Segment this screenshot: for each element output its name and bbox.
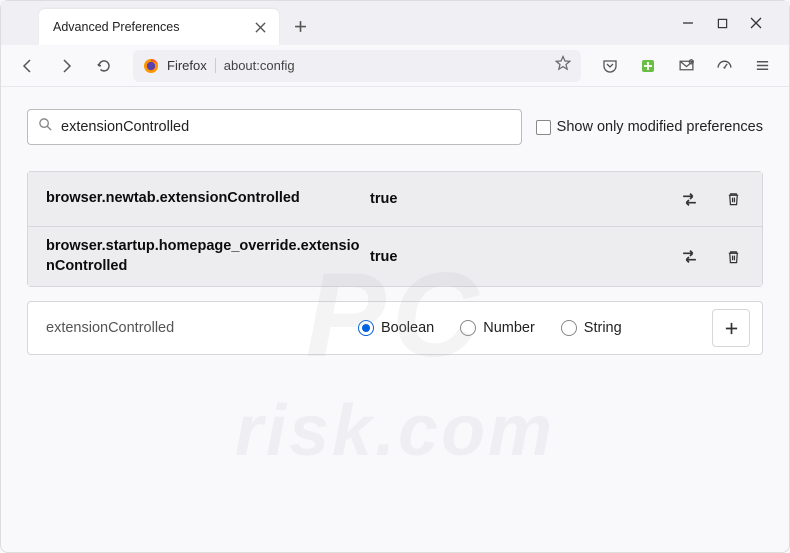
bookmark-star-icon[interactable] — [555, 55, 571, 76]
reload-button[interactable] — [87, 50, 121, 82]
firefox-icon — [143, 58, 159, 74]
delete-button[interactable] — [716, 240, 750, 274]
browser-toolbar: Firefox about:config — [1, 45, 789, 87]
titlebar: Advanced Preferences — [1, 1, 789, 45]
radio-boolean[interactable]: Boolean — [358, 320, 434, 336]
tabs-area: Advanced Preferences — [1, 9, 655, 45]
new-tab-button[interactable] — [285, 11, 315, 41]
dashboard-icon[interactable] — [707, 50, 741, 82]
pref-value: true — [370, 191, 662, 207]
add-pref-name: extensionControlled — [40, 320, 340, 336]
radio-label: Number — [483, 320, 535, 336]
radio-icon — [460, 320, 476, 336]
pref-name: browser.newtab.extensionControlled — [40, 189, 360, 209]
url-bar[interactable]: Firefox about:config — [133, 50, 581, 82]
menu-button[interactable] — [745, 50, 779, 82]
search-input[interactable] — [61, 119, 511, 135]
back-button[interactable] — [11, 50, 45, 82]
pref-name: browser.startup.homepage_override.extens… — [40, 237, 360, 276]
minimize-button[interactable] — [681, 16, 695, 30]
close-window-button[interactable] — [749, 16, 763, 30]
tab-title: Advanced Preferences — [53, 20, 243, 34]
window-controls — [655, 1, 789, 45]
forward-button[interactable] — [49, 50, 83, 82]
toggle-button[interactable] — [672, 240, 706, 274]
maximize-button[interactable] — [715, 16, 729, 30]
radio-icon — [358, 320, 374, 336]
pref-row[interactable]: browser.newtab.extensionControlled true — [28, 172, 762, 226]
search-row: Show only modified preferences — [27, 109, 763, 145]
extension-icon[interactable] — [631, 50, 665, 82]
url-identity-label: Firefox — [167, 58, 216, 73]
search-box[interactable] — [27, 109, 522, 145]
pocket-icon[interactable] — [593, 50, 627, 82]
url-text: about:config — [224, 58, 547, 73]
preferences-list: browser.newtab.extensionControlled true … — [27, 171, 763, 287]
show-modified-checkbox[interactable]: Show only modified preferences — [536, 119, 763, 135]
radio-string[interactable]: String — [561, 320, 622, 336]
active-tab[interactable]: Advanced Preferences — [39, 9, 279, 45]
radio-label: String — [584, 320, 622, 336]
pref-value: true — [370, 249, 662, 265]
close-icon[interactable] — [251, 18, 269, 36]
radio-icon — [561, 320, 577, 336]
add-pref-panel: extensionControlled Boolean Number Strin… — [27, 301, 763, 355]
about-config-content: Show only modified preferences browser.n… — [1, 87, 789, 377]
checkbox-icon — [536, 120, 551, 135]
watermark-text: risk.com — [235, 390, 555, 472]
radio-number[interactable]: Number — [460, 320, 535, 336]
add-pref-row: extensionControlled Boolean Number Strin… — [28, 302, 762, 354]
add-button[interactable] — [712, 309, 750, 347]
toggle-button[interactable] — [672, 182, 706, 216]
type-radio-group: Boolean Number String — [358, 320, 694, 336]
radio-label: Boolean — [381, 320, 434, 336]
show-modified-label: Show only modified preferences — [557, 119, 763, 135]
search-icon — [38, 117, 53, 137]
delete-button[interactable] — [716, 182, 750, 216]
pref-row[interactable]: browser.startup.homepage_override.extens… — [28, 226, 762, 286]
mail-icon[interactable] — [669, 50, 703, 82]
